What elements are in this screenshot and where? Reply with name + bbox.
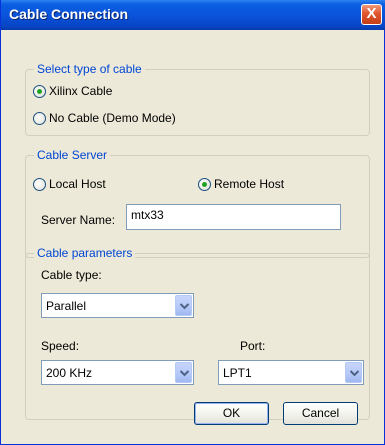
chevron-down-icon[interactable] (175, 362, 192, 383)
server-name-input[interactable]: mtx33 (126, 204, 341, 230)
cable-connection-dialog: Cable Connection X Select type of cable … (0, 0, 385, 445)
dialog-title: Cable Connection (9, 6, 129, 22)
ok-button[interactable]: OK (194, 402, 269, 425)
port-select[interactable]: LPT1 (218, 360, 364, 385)
server-name-value: mtx33 (131, 208, 164, 222)
radio-xilinx-cable-label: Xilinx Cable (49, 84, 113, 98)
port-label: Port: (240, 339, 266, 353)
radio-unchecked-icon (33, 177, 46, 191)
cable-server-group: Cable Server Local Host Remote Host Serv… (25, 148, 370, 258)
cable-type-value: Parallel (46, 299, 87, 313)
cable-type-select[interactable]: Parallel (41, 293, 194, 318)
radio-no-cable-label: No Cable (Demo Mode) (49, 111, 176, 125)
chevron-down-icon[interactable] (175, 295, 192, 316)
cable-server-legend: Cable Server (34, 148, 111, 162)
radio-no-cable[interactable]: No Cable (Demo Mode) (33, 110, 176, 126)
port-value: LPT1 (223, 366, 252, 380)
dialog-body: Select type of cable Xilinx Cable No Cab… (5, 30, 380, 441)
close-button[interactable]: X (361, 4, 382, 25)
radio-checked-icon (33, 84, 46, 98)
radio-checked-icon (198, 177, 211, 191)
cable-type-legend: Select type of cable (34, 62, 145, 76)
radio-local-host[interactable]: Local Host (33, 176, 106, 192)
speed-value: 200 KHz (46, 366, 93, 380)
cable-type-label: Cable type: (41, 268, 102, 282)
cable-type-group: Select type of cable Xilinx Cable No Cab… (25, 62, 370, 136)
close-icon: X (366, 5, 377, 22)
radio-remote-host[interactable]: Remote Host (198, 176, 284, 192)
speed-label: Speed: (41, 339, 80, 353)
cancel-button[interactable]: Cancel (283, 402, 358, 425)
server-name-label: Server Name: (41, 213, 116, 227)
cable-params-group: Cable parameters Cable type: Parallel Sp… (25, 246, 370, 420)
radio-local-host-label: Local Host (49, 177, 106, 191)
radio-remote-host-label: Remote Host (214, 177, 285, 191)
chevron-down-icon[interactable] (345, 362, 362, 383)
radio-unchecked-icon (33, 111, 46, 125)
speed-select[interactable]: 200 KHz (41, 360, 194, 385)
cable-params-legend: Cable parameters (34, 246, 136, 260)
radio-xilinx-cable[interactable]: Xilinx Cable (33, 83, 112, 99)
title-bar[interactable]: Cable Connection X (1, 0, 385, 30)
